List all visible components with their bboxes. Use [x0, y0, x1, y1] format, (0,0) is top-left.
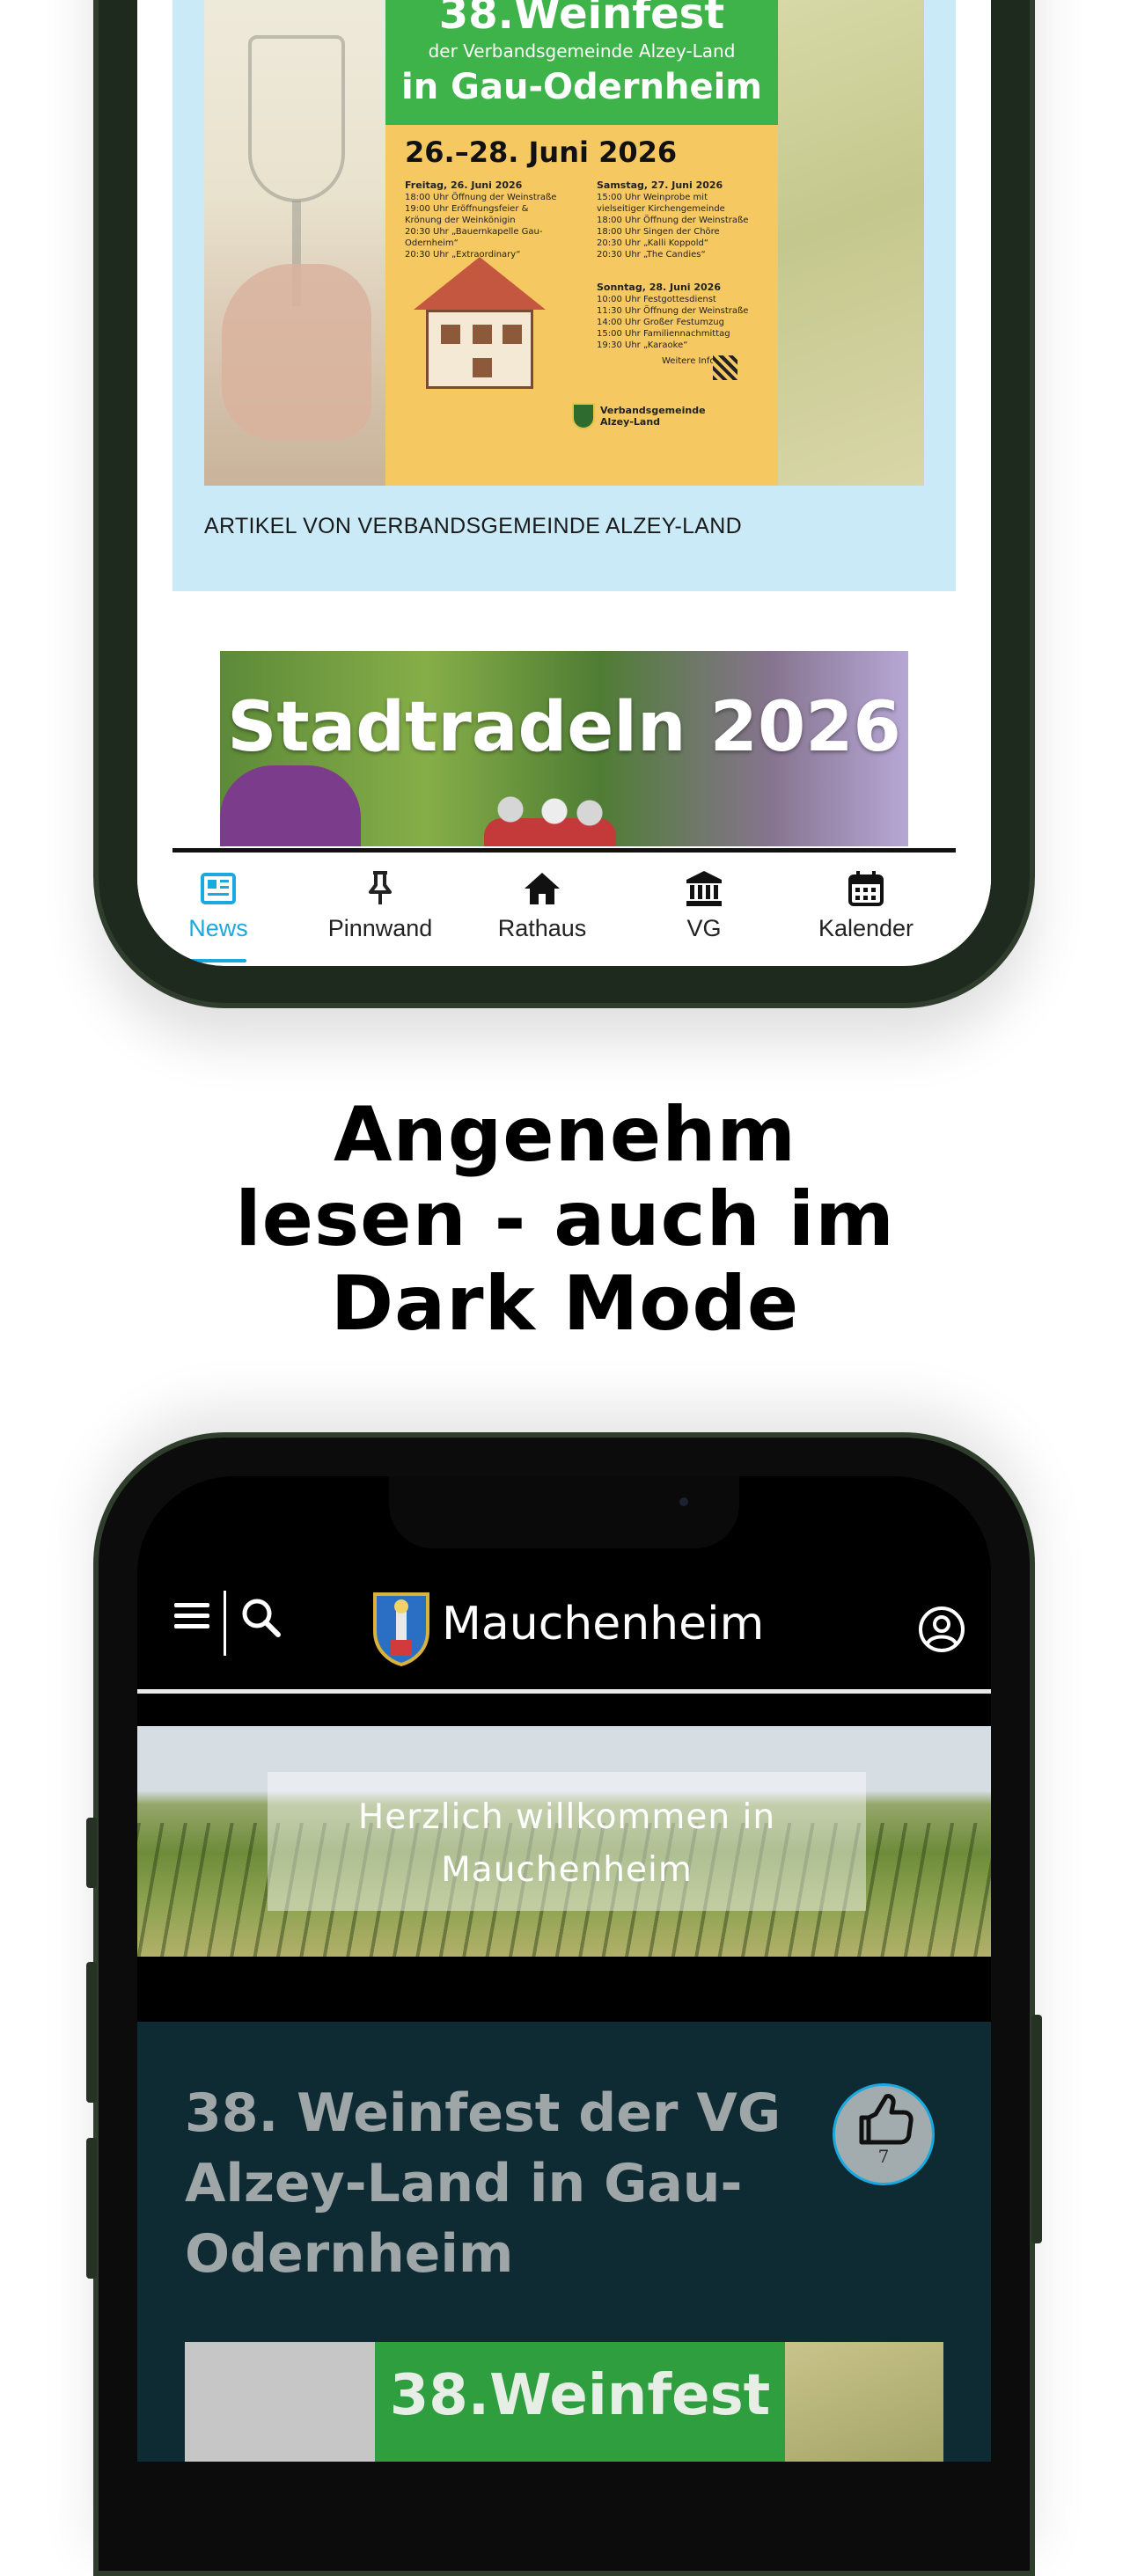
phone-screen-dark: Mauchenheim Herzlich willkommen in Mauch…: [137, 1476, 991, 2462]
like-button[interactable]: 7: [833, 2083, 935, 2185]
tab-news[interactable]: News: [137, 869, 299, 962]
tab-vg[interactable]: VG: [623, 869, 785, 942]
poster-vg-name: Verbandsgemeinde Alzey-Land: [600, 405, 706, 428]
poster-location: in Gau-Odernheim: [401, 67, 762, 107]
tab-pinnwand[interactable]: Pinnwand: [299, 869, 461, 942]
welcome-hero-image: Herzlich willkommen in Mauchenheim: [137, 1726, 991, 1957]
header-divider: [137, 1689, 991, 1694]
poster-subtitle: der Verbandsgemeinde Alzey-Land: [428, 40, 736, 62]
power-button: [1031, 2015, 1042, 2243]
poster-schedule-block: 26.–28. Juni 2026 Freitag, 26. Juni 2026…: [385, 125, 778, 486]
volume-button-up: [86, 1818, 97, 1888]
poster-house-drawing: [414, 257, 546, 389]
article-card[interactable]: 38.Weinfest der Verbandsgemeinde Alzey-L…: [172, 0, 956, 591]
news-icon: [201, 873, 236, 904]
poster-title-block: 38.Weinfest der Verbandsgemeinde Alzey-L…: [385, 0, 778, 125]
article-source: ARTIKEL VON VERBANDSGEMEINDE ALZEY-LAND: [204, 514, 742, 538]
poster-photo-left: [204, 0, 385, 486]
tab-kalender[interactable]: Kalender: [785, 869, 947, 942]
camera-notch: [389, 1476, 739, 1548]
cyclists: [493, 792, 607, 846]
town-crest-icon: [373, 1592, 429, 1666]
tab-label-news: News: [188, 915, 248, 941]
qr-code: [713, 355, 737, 380]
app-header: Mauchenheim: [137, 1568, 991, 1673]
headline-line-1: Angenehm: [333, 1091, 797, 1179]
stadtradeln-banner[interactable]: Stadtradeln 2026: [220, 651, 908, 846]
phone-screen-light: 38.Weinfest der Verbandsgemeinde Alzey-L…: [137, 0, 991, 966]
bottom-tab-bar: News Pinnwand Rathaus VG Kalender: [137, 853, 991, 962]
poster-title: 38.Weinfest: [438, 0, 725, 39]
schedule-saturday: Samstag, 27. Juni 2026 15:00 Uhr Weinpro…: [597, 179, 749, 260]
pin-icon: [369, 871, 392, 904]
tab-label-rathaus: Rathaus: [497, 915, 587, 941]
welcome-text: Herzlich willkommen in Mauchenheim: [357, 1797, 776, 1890]
poster-hand: [222, 264, 371, 440]
tab-label-vg: VG: [686, 915, 722, 941]
tab-label-kalender: Kalender: [818, 915, 914, 941]
vg-crest-icon: [572, 403, 595, 429]
poster-date: 26.–28. Juni 2026: [405, 135, 678, 169]
weinfest-poster: 38.Weinfest der Verbandsgemeinde Alzey-L…: [204, 0, 924, 486]
wine-glass: [248, 35, 345, 202]
article-title: 38. Weinfest der VG Alzey-Land in Gau-Od…: [185, 2082, 781, 2285]
header-separator: [224, 1591, 226, 1656]
article-card-dark[interactable]: 38. Weinfest der VG Alzey-Land in Gau-Od…: [137, 2022, 991, 2462]
town-name: Mauchenheim: [442, 1598, 765, 1650]
poster-vine-right: [778, 0, 924, 486]
thumbs-up-icon: [859, 2094, 914, 2145]
schedule-friday: Freitag, 26. Juni 2026 18:00 Uhr Öffnung…: [405, 179, 557, 260]
headline-line-2: lesen - auch im: [235, 1175, 895, 1263]
front-camera: [679, 1497, 688, 1506]
bank-icon: [686, 871, 722, 906]
search-icon[interactable]: [239, 1596, 283, 1640]
schedule-sunday: Sonntag, 28. Juni 2026 10:00 Uhr Festgot…: [597, 282, 749, 350]
tab-rathaus[interactable]: Rathaus: [461, 869, 623, 942]
menu-icon[interactable]: [172, 1598, 211, 1633]
banner-title: Stadtradeln 2026: [227, 688, 901, 767]
user-account-icon[interactable]: [917, 1605, 966, 1654]
tab-label-pinnwand: Pinnwand: [327, 915, 433, 941]
calendar-icon: [848, 871, 884, 906]
tabbar-divider: [172, 848, 956, 853]
home-icon: [525, 873, 560, 904]
volume-button-down: [86, 1962, 97, 2103]
mute-switch: [86, 2138, 97, 2279]
active-tab-indicator: [181, 959, 246, 962]
promo-headline: Angenehm lesen - auch im Dark Mode: [0, 1093, 1130, 1346]
headline-line-3: Dark Mode: [330, 1260, 800, 1348]
poster-title-dark: 38.Weinfest: [389, 2363, 771, 2428]
like-count: 7: [877, 2146, 890, 2167]
